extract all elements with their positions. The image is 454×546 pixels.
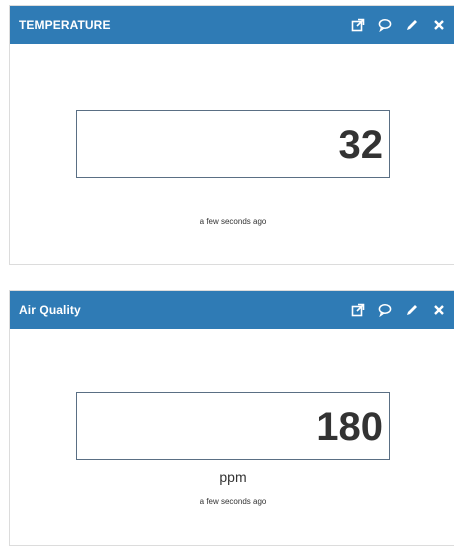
temperature-widget: TEMPERATURE 32 a few seconds ago xyxy=(9,5,454,265)
widget-title: Air Quality xyxy=(19,303,81,317)
close-icon[interactable] xyxy=(432,18,446,32)
close-icon[interactable] xyxy=(432,303,446,317)
comment-icon[interactable] xyxy=(378,18,392,32)
value-display: 32 xyxy=(76,110,390,178)
pencil-icon[interactable] xyxy=(405,18,419,32)
external-link-icon[interactable] xyxy=(351,18,365,32)
external-link-icon[interactable] xyxy=(351,303,365,317)
widget-header-actions xyxy=(351,303,446,317)
pencil-icon[interactable] xyxy=(405,303,419,317)
comment-icon[interactable] xyxy=(378,303,392,317)
widget-header: Air Quality xyxy=(10,291,454,329)
widget-header: TEMPERATURE xyxy=(10,6,454,44)
widget-header-actions xyxy=(351,18,446,32)
widget-title: TEMPERATURE xyxy=(19,18,111,32)
air-quality-widget: Air Quality 180 ppm a few seconds ago xyxy=(9,290,454,546)
value-display: 180 xyxy=(76,392,390,460)
last-updated-text: a few seconds ago xyxy=(199,217,267,226)
unit-label: ppm xyxy=(219,469,247,485)
last-updated-text: a few seconds ago xyxy=(199,497,267,506)
